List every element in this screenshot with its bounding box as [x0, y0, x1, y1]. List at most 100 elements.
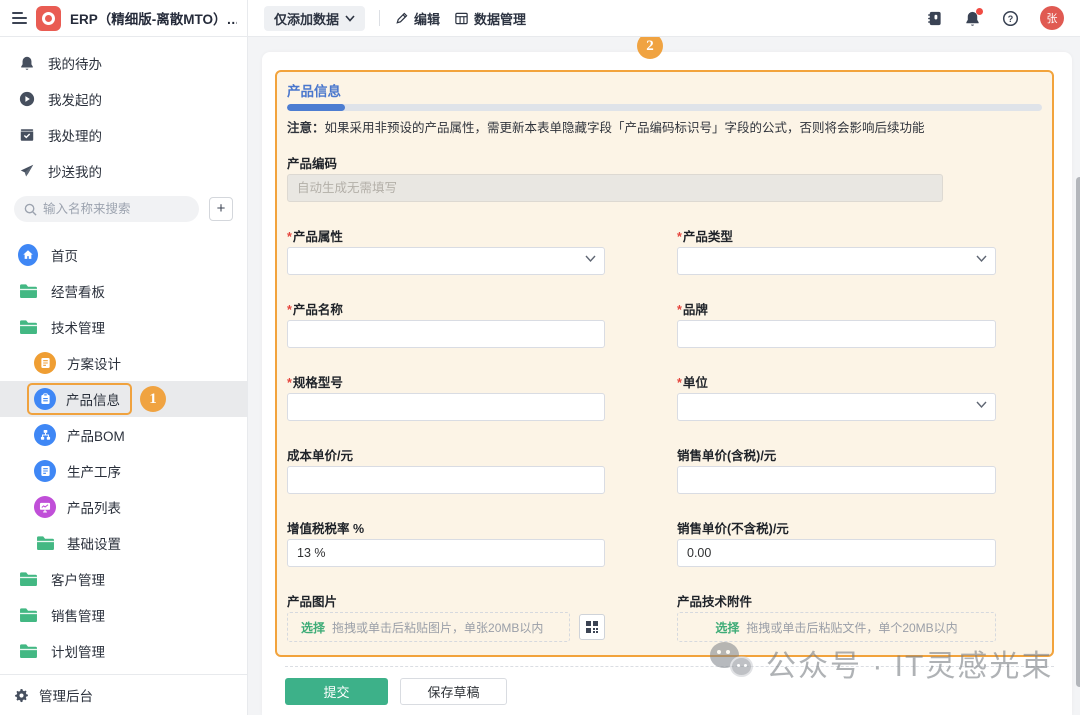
- field-product-image: 产品图片 选择 拖拽或单击后粘贴图片，单张20MB以内: [287, 591, 605, 642]
- field-product-type: *产品类型: [677, 226, 996, 275]
- item-label: 管理后台: [39, 685, 93, 705]
- progress-bar: [287, 104, 1042, 111]
- field-product-name: *产品名称: [287, 299, 605, 348]
- sidebar-item-home[interactable]: 首页: [0, 237, 247, 273]
- sidebar-item-my-todo[interactable]: 我的待办: [0, 45, 247, 81]
- product-image-upload[interactable]: 选择 拖拽或单击后粘贴图片，单张20MB以内: [287, 612, 570, 642]
- add-button[interactable]: +: [209, 197, 233, 221]
- item-label: 产品BOM: [67, 425, 125, 445]
- inbox-check-icon: [18, 127, 36, 143]
- upload-select-label: 选择: [715, 619, 739, 636]
- search-input[interactable]: [43, 202, 163, 216]
- sidebar-item-my-initiated[interactable]: 我发起的: [0, 81, 247, 117]
- label-text: 产品名称: [293, 303, 343, 317]
- sidebar-item-my-processed[interactable]: 我处理的: [0, 117, 247, 153]
- label-text: 产品类型: [683, 230, 733, 244]
- edit-button[interactable]: 编辑: [394, 9, 440, 28]
- item-label: 我的待办: [48, 53, 102, 73]
- unit-select[interactable]: [677, 393, 996, 421]
- vat-rate-input[interactable]: [287, 539, 605, 567]
- folder-icon: [34, 535, 56, 551]
- sale-price-notax-input[interactable]: [677, 539, 996, 567]
- top-bar: ERP（精细版-离散MTO）…… 仅添加数据 编辑 数据管理 ? 张: [0, 0, 1080, 37]
- contacts-book-icon[interactable]: [926, 10, 943, 27]
- spec-model-input[interactable]: [287, 393, 605, 421]
- field-label: *规格型号: [287, 372, 605, 389]
- item-label: 生产工序: [67, 461, 121, 481]
- notice-prefix: 注意：: [287, 121, 325, 135]
- field-label: 销售单价(含税)/元: [677, 445, 996, 462]
- sidebar-item-tech-manage[interactable]: 技术管理: [0, 309, 247, 345]
- help-icon[interactable]: ?: [1002, 10, 1019, 27]
- main-content: 2 产品信息 注意：如果采用非预设的产品属性，需更新本表单隐藏字段「产品编码标识…: [248, 37, 1080, 715]
- sale-price-tax-input[interactable]: [677, 466, 996, 494]
- save-draft-button[interactable]: 保存草稿: [400, 678, 507, 705]
- pencil-icon: [394, 11, 409, 26]
- menu-icon[interactable]: [12, 12, 27, 24]
- notice-body: 如果采用非预设的产品属性，需更新本表单隐藏字段「产品编码标识号」字段的公式，否则…: [325, 121, 925, 135]
- product-attachment-upload[interactable]: 选择 拖拽或单击后粘贴文件，单个20MB以内: [677, 612, 996, 642]
- app-header: ERP（精细版-离散MTO）……: [0, 0, 248, 36]
- sidebar-item-business-board[interactable]: 经营看板: [0, 273, 247, 309]
- app-logo-icon: [36, 6, 61, 31]
- sidebar-item-product-info[interactable]: 产品信息 1: [0, 381, 247, 417]
- sidebar-item-scheme-design[interactable]: 方案设计: [0, 345, 247, 381]
- item-label: 经营看板: [51, 281, 105, 301]
- field-vat-rate: 增值税税率 %: [287, 518, 605, 567]
- sidebar-item-plan-manage[interactable]: 计划管理: [0, 633, 247, 669]
- field-label: *产品类型: [677, 226, 996, 243]
- notice-text: 注意：如果采用非预设的产品属性，需更新本表单隐藏字段「产品编码标识号」字段的公式…: [287, 117, 1042, 136]
- sidebar-item-cc-me[interactable]: 抄送我的: [0, 153, 247, 189]
- folder-icon: [18, 643, 38, 659]
- document-icon: [34, 460, 56, 482]
- sidebar-item-production-process[interactable]: 生产工序: [0, 453, 247, 489]
- cost-price-input[interactable]: [287, 466, 605, 494]
- table-icon: [454, 11, 469, 26]
- sidebar-item-product-bom[interactable]: 产品BOM: [0, 417, 247, 453]
- mode-dropdown-label: 仅添加数据: [274, 9, 339, 28]
- search-box[interactable]: [14, 196, 199, 222]
- divider: [379, 10, 380, 26]
- field-label: 产品编码: [287, 153, 996, 170]
- brand-input[interactable]: [677, 320, 996, 348]
- field-label: *产品名称: [287, 299, 605, 316]
- folder-icon: [18, 571, 38, 587]
- data-manage-button[interactable]: 数据管理: [454, 9, 526, 28]
- form-grid: 产品编码 *产品属性 *产品类型 *产品名称 * 品牌: [287, 153, 1042, 657]
- home-icon: [18, 244, 38, 266]
- vertical-scrollbar[interactable]: [1076, 177, 1080, 687]
- top-right-actions: ? 张: [926, 6, 1080, 30]
- search-icon: [24, 203, 37, 216]
- sidebar-item-admin-backend[interactable]: 管理后台: [0, 675, 247, 715]
- sidebar-item-sales-manage[interactable]: 销售管理: [0, 597, 247, 633]
- item-label: 首页: [51, 245, 78, 265]
- product-info-panel: 产品信息 注意：如果采用非预设的产品属性，需更新本表单隐藏字段「产品编码标识号」…: [275, 70, 1054, 657]
- upload-hint: 拖拽或单击后粘贴图片，单张20MB以内: [332, 619, 543, 636]
- product-type-select[interactable]: [677, 247, 996, 275]
- sidebar-item-basic-settings[interactable]: 基础设置: [0, 525, 247, 561]
- user-avatar[interactable]: 张: [1040, 6, 1064, 30]
- document-icon: [34, 352, 56, 374]
- notifications-bell-icon[interactable]: [964, 10, 981, 27]
- submit-button[interactable]: 提交: [285, 678, 388, 705]
- item-label: 产品信息: [66, 389, 120, 409]
- label-text: 品牌: [683, 303, 708, 317]
- divider: [285, 666, 1054, 667]
- field-cost-price: 成本单价/元: [287, 445, 605, 494]
- qr-scan-button[interactable]: [579, 614, 605, 640]
- field-label: *产品属性: [287, 226, 605, 243]
- product-name-input[interactable]: [287, 320, 605, 348]
- required-star: *: [287, 376, 292, 390]
- product-attribute-select[interactable]: [287, 247, 605, 275]
- item-label: 客户管理: [51, 569, 105, 589]
- edit-button-label: 编辑: [414, 9, 440, 28]
- qr-code-icon: [585, 620, 599, 634]
- sidebar-item-product-list[interactable]: 产品列表: [0, 489, 247, 525]
- gear-icon: [14, 688, 30, 703]
- mode-dropdown[interactable]: 仅添加数据: [264, 6, 365, 31]
- sidebar-item-customer-manage[interactable]: 客户管理: [0, 561, 247, 597]
- clipboard-icon: [34, 388, 56, 410]
- item-label: 我处理的: [48, 125, 102, 145]
- field-product-code: 产品编码: [287, 153, 996, 202]
- field-label: 增值税税率 %: [287, 518, 605, 535]
